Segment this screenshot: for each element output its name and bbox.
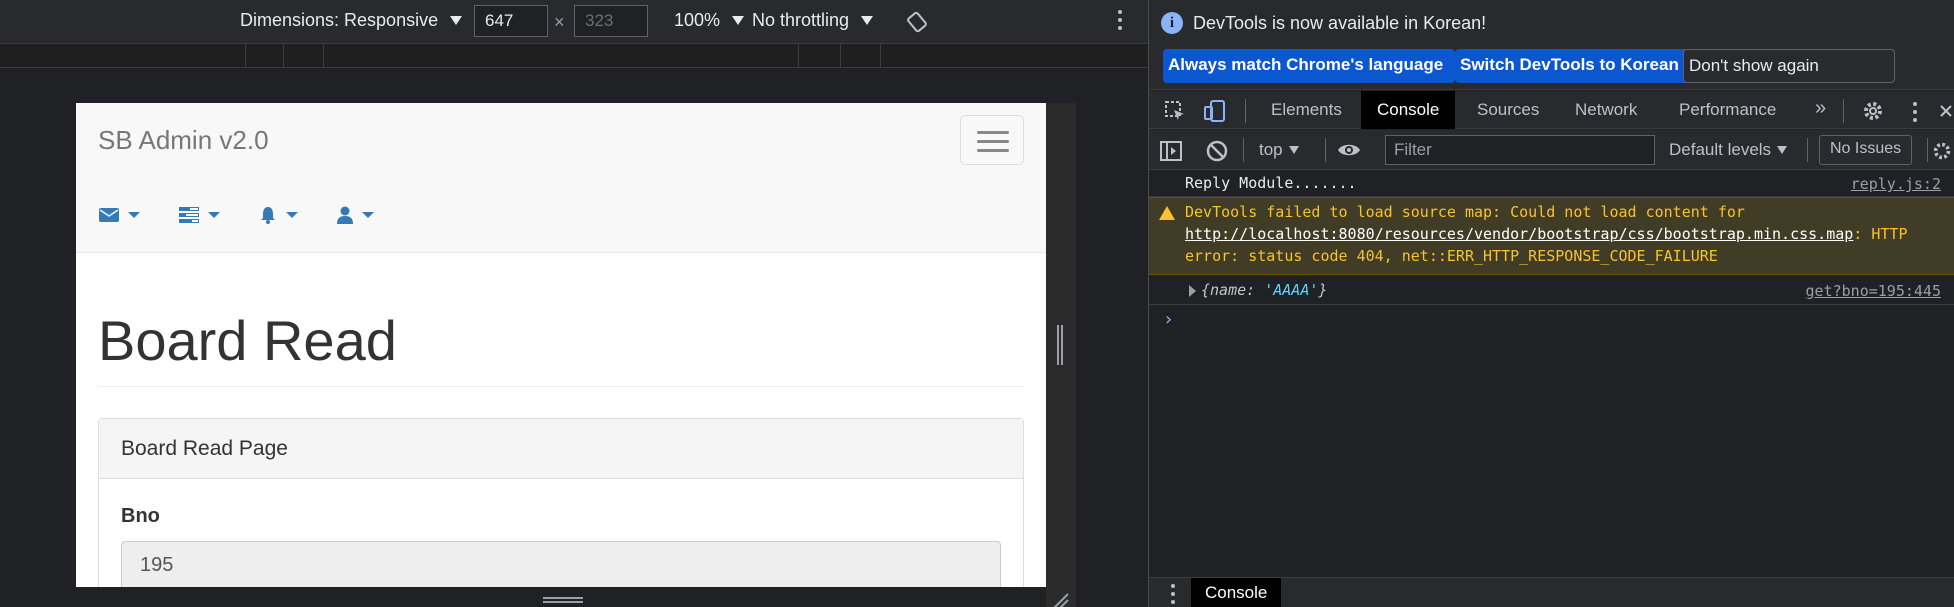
device-toolbar: Dimensions: Responsive × 100% No throttl… — [0, 0, 1148, 44]
show-sidebar-icon[interactable] — [1159, 139, 1183, 163]
divider — [98, 386, 1024, 387]
tab-sources[interactable]: Sources — [1461, 91, 1555, 129]
gear-icon[interactable] — [1861, 99, 1885, 123]
console-filter-input[interactable] — [1385, 135, 1655, 165]
dimensions-label: Dimensions: Responsive — [240, 10, 439, 30]
messages-dropdown[interactable] — [98, 205, 140, 225]
close-icon[interactable] — [1937, 99, 1954, 123]
bno-label: Bno — [121, 505, 160, 527]
device-toolbar-icon[interactable] — [1203, 99, 1227, 123]
sourcemap-link-cont[interactable]: st:8080/resources/vendor/bootstrap/css/b… — [1311, 225, 1853, 243]
console-settings-gear-icon[interactable] — [1931, 139, 1953, 163]
caret-down-icon — [128, 212, 140, 218]
user-dropdown[interactable] — [336, 205, 374, 225]
board-read-panel: Board Read Page Bno 195 — [98, 418, 1024, 587]
console-prompt[interactable]: › — [1163, 309, 1174, 330]
object-value: 'AAAA' — [1264, 281, 1319, 299]
switch-to-korean-button[interactable]: Switch DevTools to Korean — [1455, 49, 1709, 83]
log-levels-dropdown[interactable]: Default levels — [1669, 140, 1788, 160]
chevron-down-icon — [450, 16, 463, 25]
context-label: top — [1259, 140, 1283, 159]
dimensions-dropdown[interactable]: Dimensions: Responsive — [240, 10, 463, 31]
devtools-panel: i DevTools is now available in Korean! A… — [1148, 0, 1954, 607]
envelope-icon — [99, 208, 119, 222]
emulated-viewport: SB Admin v2.0 Board Read Board Read Page… — [76, 103, 1046, 587]
log-levels-label: Default levels — [1669, 140, 1772, 159]
chevron-down-icon — [732, 16, 745, 25]
issues-button[interactable]: No Issues — [1819, 135, 1913, 165]
devtools-tabs: Elements Console Sources Network Perform… — [1149, 91, 1954, 129]
device-emulation-area: Dimensions: Responsive × 100% No throttl… — [0, 0, 1148, 607]
object-key: name: — [1210, 281, 1265, 299]
brand-link[interactable]: SB Admin v2.0 — [98, 125, 269, 156]
page-title: Board Read — [98, 309, 397, 372]
caret-down-icon — [286, 212, 298, 218]
source-link[interactable]: reply.js:2 — [1851, 175, 1941, 193]
log-text: Reply Module....... — [1185, 174, 1357, 192]
top-links — [98, 205, 374, 225]
context-selector[interactable]: top — [1259, 140, 1299, 160]
chevron-down-icon — [1777, 146, 1788, 154]
inspect-element-icon[interactable] — [1163, 99, 1187, 123]
bell-icon — [261, 207, 275, 224]
source-link[interactable]: get?bno=195:445 — [1806, 282, 1941, 300]
navbar-toggle-button[interactable] — [960, 115, 1024, 165]
sourcemap-link[interactable]: http://localho — [1185, 225, 1311, 243]
rotate-icon[interactable] — [906, 11, 928, 33]
tasks-icon — [179, 207, 199, 223]
chevron-down-icon — [1288, 146, 1299, 154]
warning-text: DevTools failed to load source map: Coul… — [1185, 203, 1745, 221]
times-sign: × — [554, 12, 565, 32]
more-tabs-icon[interactable]: » — [1799, 91, 1842, 129]
tab-console[interactable]: Console — [1361, 91, 1456, 129]
eye-icon[interactable] — [1337, 138, 1361, 162]
tasks-dropdown[interactable] — [178, 205, 220, 225]
clear-console-icon[interactable] — [1205, 139, 1229, 163]
navbar: SB Admin v2.0 — [76, 103, 1046, 253]
language-infobar: i DevTools is now available in Korean! A… — [1149, 0, 1954, 90]
resize-handle-bottom[interactable] — [543, 597, 583, 603]
console-warning-message: DevTools failed to load source map: Coul… — [1149, 197, 1954, 275]
tab-network[interactable]: Network — [1559, 91, 1653, 129]
throttling-label: No throttling — [752, 10, 850, 30]
customize-devtools-icon[interactable] — [1913, 102, 1919, 122]
user-icon — [337, 206, 353, 224]
zoom-label: 100% — [674, 10, 721, 30]
expand-triangle-icon[interactable] — [1189, 285, 1196, 297]
alerts-dropdown[interactable] — [258, 205, 298, 225]
drawer-tab-console[interactable]: Console — [1191, 578, 1282, 607]
caret-down-icon — [208, 212, 220, 218]
info-icon: i — [1161, 12, 1183, 34]
chevron-down-icon — [861, 16, 874, 25]
media-query-ruler — [0, 44, 1148, 68]
dont-show-again-button[interactable]: Don't show again — [1683, 49, 1895, 83]
always-match-language-button[interactable]: Always match Chrome's language — [1163, 49, 1455, 83]
resize-handle-right[interactable] — [1057, 325, 1063, 365]
tab-elements[interactable]: Elements — [1255, 91, 1358, 129]
warning-icon — [1159, 206, 1175, 220]
bno-field[interactable]: 195 — [121, 541, 1001, 587]
resize-handle-corner[interactable] — [1050, 590, 1070, 607]
throttling-dropdown[interactable]: No throttling — [752, 10, 874, 31]
panel-heading: Board Read Page — [99, 419, 1023, 479]
drawer-menu-icon[interactable] — [1171, 584, 1177, 604]
more-options-icon[interactable] — [1118, 10, 1124, 30]
tab-performance[interactable]: Performance — [1663, 91, 1792, 129]
caret-down-icon — [362, 212, 374, 218]
width-input[interactable] — [474, 5, 548, 37]
infobar-message: DevTools is now available in Korean! — [1193, 12, 1487, 33]
console-messages: Reply Module....... reply.js:2 DevTools … — [1149, 171, 1954, 571]
drawer-tabbar: Console — [1149, 577, 1954, 607]
zoom-dropdown[interactable]: 100% — [674, 10, 745, 31]
console-toolbar: top Default levels No Issues — [1149, 130, 1954, 170]
screen: Dimensions: Responsive × 100% No throttl… — [0, 0, 1954, 607]
height-input[interactable] — [574, 5, 648, 37]
console-log-message: Reply Module....... reply.js:2 — [1149, 171, 1954, 197]
console-object-message[interactable]: {name: 'AAAA'} get?bno=195:445 — [1149, 275, 1954, 305]
